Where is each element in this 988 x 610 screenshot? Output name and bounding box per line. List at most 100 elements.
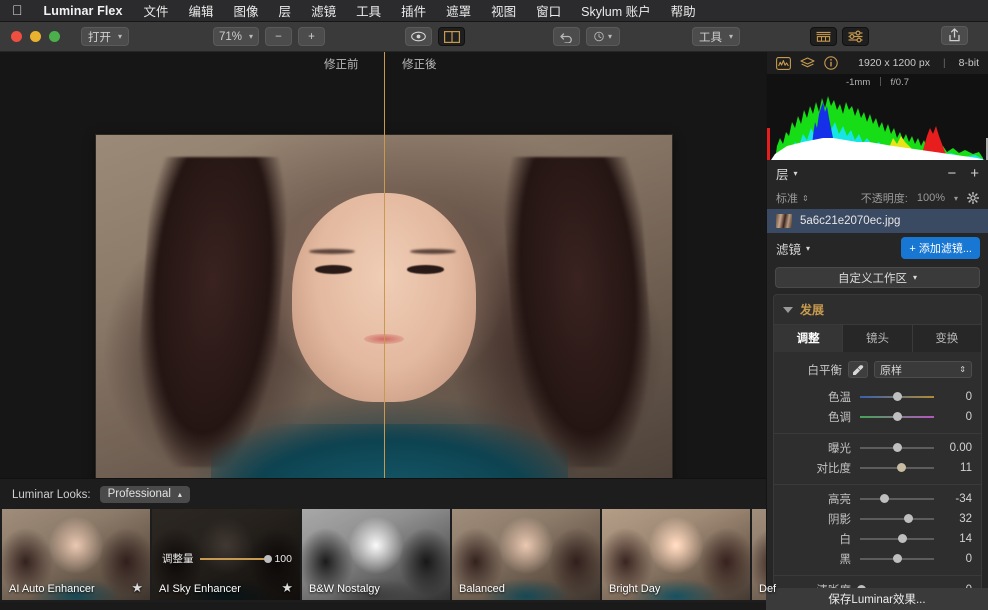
- layers-stack-icon[interactable]: [800, 57, 815, 70]
- menu-item-help[interactable]: 帮助: [661, 1, 706, 20]
- undo-arrow-icon[interactable]: [553, 27, 580, 46]
- develop-section-header[interactable]: 发展: [774, 295, 981, 324]
- menu-item-window[interactable]: 窗口: [526, 1, 571, 20]
- close-window-button[interactable]: [11, 31, 22, 42]
- layers-title-group[interactable]: 层 ▾: [776, 164, 798, 183]
- menu-item-filter[interactable]: 滤镜: [301, 1, 346, 20]
- layer-row[interactable]: 5a6c21e2070ec.jpg: [767, 209, 988, 233]
- slider-row-exposure[interactable]: 曝光 0.00: [774, 438, 981, 458]
- menu-app-name[interactable]: Luminar Flex: [33, 4, 134, 18]
- menu-item-layer[interactable]: 层: [269, 1, 302, 20]
- white-balance-select[interactable]: 原样 ⇕: [874, 361, 972, 378]
- menu-item-plugins[interactable]: 插件: [391, 1, 436, 20]
- slider-row-whites[interactable]: 白 14: [774, 529, 981, 549]
- menu-item-skylum-account[interactable]: Skylum 账户: [571, 1, 660, 20]
- slider-row-tint[interactable]: 色调 0: [774, 407, 981, 427]
- menu-item-file[interactable]: 文件: [134, 1, 179, 20]
- zoom-out-button[interactable]: −: [265, 27, 292, 46]
- remove-layer-button[interactable]: −: [947, 165, 956, 182]
- divider: [880, 77, 881, 86]
- slider-knob[interactable]: [893, 554, 902, 563]
- filmstrip-view-icon[interactable]: [810, 27, 837, 46]
- slider-value: 0: [934, 411, 972, 423]
- favorite-star-icon[interactable]: ★: [281, 580, 293, 596]
- white-balance-value: 原样: [880, 362, 902, 378]
- menu-item-edit[interactable]: 编辑: [179, 1, 224, 20]
- looks-category-select[interactable]: Professional ▴: [100, 486, 190, 503]
- slider-knob[interactable]: [904, 514, 913, 523]
- white-balance-row: 白平衡 原样 ⇕: [774, 352, 981, 385]
- slider-group-tones: 高亮 -34 阴影 32 白 14 黑 0: [774, 484, 981, 575]
- look-name: Def: [759, 583, 776, 595]
- slider-track[interactable]: [860, 538, 934, 540]
- maximize-window-button[interactable]: [49, 31, 60, 42]
- tools-button-label: 工具: [699, 29, 722, 45]
- share-export-icon[interactable]: [941, 26, 968, 45]
- slider-track[interactable]: [860, 416, 934, 418]
- menu-item-mask[interactable]: 遮罩: [436, 1, 481, 20]
- bottom-strip: [0, 602, 766, 610]
- slider-knob[interactable]: [893, 412, 902, 421]
- adjustments-view-icon[interactable]: [842, 27, 869, 46]
- apple-menu-icon[interactable]: : [10, 3, 33, 19]
- slider-knob[interactable]: [893, 443, 902, 452]
- slider-row-blacks[interactable]: 黑 0: [774, 549, 981, 569]
- disclosure-triangle-icon[interactable]: [783, 307, 793, 313]
- look-item-ai-auto-enhancer[interactable]: AI Auto Enhancer ★: [2, 509, 150, 600]
- look-amount-slider[interactable]: 调整量 100: [162, 551, 292, 566]
- info-circle-icon[interactable]: [824, 56, 838, 70]
- look-item-bright-day[interactable]: Bright Day: [602, 509, 750, 600]
- slider-track[interactable]: [860, 518, 934, 520]
- tab-transform[interactable]: 变换: [913, 325, 981, 352]
- tools-button[interactable]: 工具 ▾: [692, 27, 740, 46]
- minimize-window-button[interactable]: [30, 31, 41, 42]
- look-amount-track[interactable]: [200, 558, 269, 560]
- before-after-split-handle[interactable]: [384, 52, 385, 478]
- slider-knob[interactable]: [880, 494, 889, 503]
- slider-track[interactable]: [860, 447, 934, 449]
- slider-knob[interactable]: [893, 392, 902, 401]
- eye-icon[interactable]: [405, 27, 432, 46]
- slider-track[interactable]: [860, 558, 934, 560]
- histogram-icon[interactable]: [776, 57, 791, 70]
- slider-track[interactable]: [860, 498, 934, 500]
- image-canvas-area[interactable]: 修正前 修正後: [0, 52, 766, 478]
- slider-row-shadows[interactable]: 阴影 32: [774, 509, 981, 529]
- slider-label: 曝光: [774, 440, 860, 456]
- histogram-display[interactable]: -1mm f/0.7: [767, 74, 988, 160]
- gear-icon[interactable]: [967, 192, 979, 204]
- look-item-balanced[interactable]: Balanced: [452, 509, 600, 600]
- filters-title-group[interactable]: 滤镜 ▾: [776, 239, 810, 258]
- slider-row-contrast[interactable]: 对比度 11: [774, 458, 981, 478]
- tab-lens[interactable]: 镜头: [843, 325, 912, 352]
- favorite-star-icon[interactable]: ★: [131, 580, 143, 596]
- slider-knob[interactable]: [898, 534, 907, 543]
- slider-row-highlights[interactable]: 高亮 -34: [774, 489, 981, 509]
- look-amount-knob[interactable]: [264, 555, 272, 563]
- layers-header: 层 ▾ − +: [767, 160, 988, 187]
- opacity-value[interactable]: 100%: [917, 192, 945, 204]
- menu-item-image[interactable]: 图像: [224, 1, 269, 20]
- chevron-down-icon: ▾: [806, 244, 810, 253]
- slider-track[interactable]: [860, 396, 934, 398]
- menu-item-tools[interactable]: 工具: [346, 1, 391, 20]
- workspace-select[interactable]: 自定义工作区 ▾: [775, 267, 980, 288]
- slider-knob[interactable]: [897, 463, 906, 472]
- blend-mode-select[interactable]: 标准 ⇕: [776, 190, 809, 206]
- add-filter-button[interactable]: + 添加滤镜...: [901, 237, 980, 259]
- zoom-level-select[interactable]: 71% ▾: [213, 27, 259, 46]
- zoom-in-button[interactable]: +: [298, 27, 325, 46]
- look-item-bw-nostalgy[interactable]: B&W Nostalgy: [302, 509, 450, 600]
- history-clock-icon[interactable]: ▾: [586, 27, 620, 46]
- tab-adjust[interactable]: 调整: [774, 325, 843, 352]
- before-after-icon[interactable]: [438, 27, 465, 46]
- add-layer-button[interactable]: +: [970, 165, 979, 182]
- slider-row-temp[interactable]: 色温 0: [774, 387, 981, 407]
- photo-brow-right: [410, 249, 456, 254]
- slider-track[interactable]: [860, 467, 934, 469]
- menu-item-view[interactable]: 视图: [481, 1, 526, 20]
- save-luminar-look-button[interactable]: 保存Luminar效果...: [766, 588, 988, 610]
- look-item-ai-sky-enhancer[interactable]: 调整量 100 AI Sky Enhancer ★: [152, 509, 300, 600]
- eyedropper-icon[interactable]: [848, 361, 868, 378]
- open-button[interactable]: 打开 ▾: [81, 27, 129, 46]
